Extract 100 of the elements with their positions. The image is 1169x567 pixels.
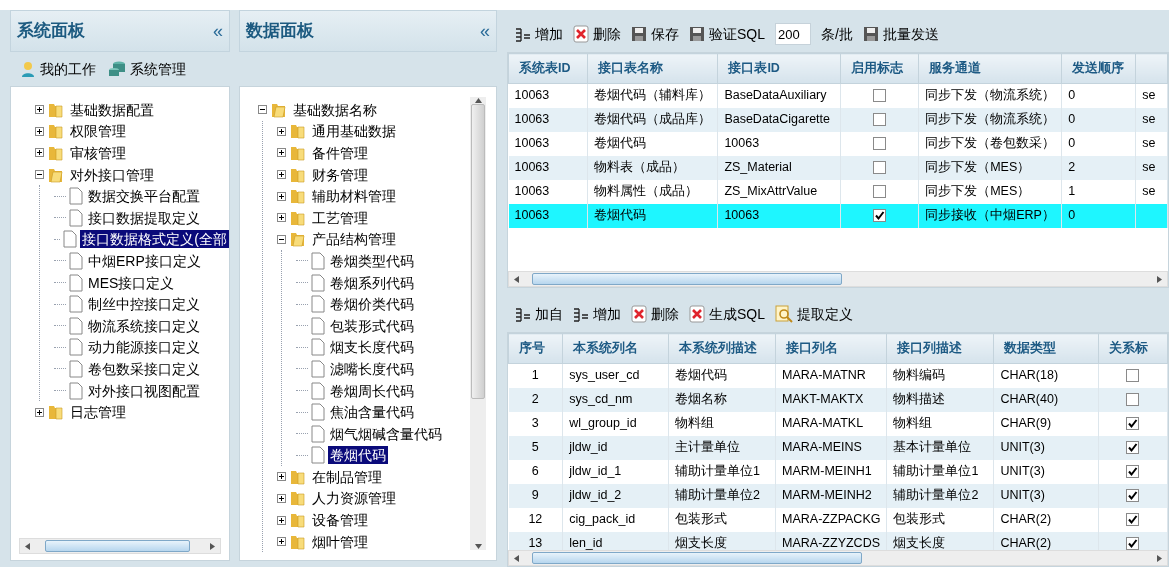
tree-item[interactable]: 动力能源接口定义 xyxy=(86,338,202,357)
table-row[interactable]: 3 wl_group_id 物料组 MARA-MATKL 物料组 CHAR(9) xyxy=(508,411,1168,436)
column-header[interactable]: 本系统列描述 xyxy=(668,333,776,364)
table-row[interactable]: 1 sys_user_cd 卷烟代码 MARA-MATNR 物料编码 CHAR(18) xyxy=(508,363,1168,388)
expand-icon[interactable] xyxy=(277,170,286,180)
tree-item[interactable]: 在制品管理 xyxy=(310,467,384,486)
tree-item[interactable]: 审核管理 xyxy=(68,144,128,162)
expand-icon[interactable] xyxy=(277,472,286,482)
tree-item[interactable]: 通用基础数据 xyxy=(310,122,398,141)
table-row[interactable]: 10063 物料表（成品） ZS_Material 同步下发（MES） 2 se xyxy=(508,155,1168,180)
tree-item[interactable]: 烟气烟碱含量代码 xyxy=(328,424,444,443)
expand-icon[interactable] xyxy=(35,148,44,158)
toolbar-button[interactable]: 加自 xyxy=(515,303,563,325)
scroll-right-icon[interactable] xyxy=(1156,554,1163,562)
collapse-icon[interactable] xyxy=(258,105,267,115)
tree-item[interactable]: MES接口定义 xyxy=(86,273,177,292)
tree-item[interactable]: 卷烟代码 xyxy=(328,446,388,465)
horizontal-scrollbar[interactable] xyxy=(19,538,221,554)
tree-item[interactable]: 财务管理 xyxy=(310,165,370,184)
tree-item[interactable]: 卷烟系列代码 xyxy=(328,273,416,292)
scroll-right-icon[interactable] xyxy=(209,542,216,550)
tree-item[interactable]: 数据交换平台配置 xyxy=(86,187,202,206)
column-header[interactable]: 启用标志 xyxy=(840,53,919,84)
tree-item[interactable]: 对外接口管理 xyxy=(68,165,156,184)
expand-icon[interactable] xyxy=(277,191,286,201)
tree-item[interactable]: 接口数据提取定义 xyxy=(86,208,202,227)
expand-icon[interactable] xyxy=(277,494,286,503)
checkbox[interactable] xyxy=(1126,537,1140,550)
tree-item[interactable]: 制丝中控接口定义 xyxy=(86,295,202,314)
expand-icon[interactable] xyxy=(35,105,44,115)
scroll-left-icon[interactable] xyxy=(24,542,31,550)
checkbox[interactable] xyxy=(1126,417,1140,430)
expand-icon[interactable] xyxy=(277,515,286,525)
batch-size-field[interactable]: 200 xyxy=(775,23,811,45)
table-row[interactable]: 10063 卷烟代码（成品库） BaseDataCigarette 同步下发（物流系统） 0 se xyxy=(508,107,1168,132)
tree-item[interactable]: 卷烟周长代码 xyxy=(328,381,416,400)
tree-item[interactable]: 日志管理 xyxy=(68,403,128,422)
tree-item[interactable]: 基础数据配置 xyxy=(68,100,156,119)
collapse-icon[interactable] xyxy=(35,170,44,180)
column-header[interactable]: 接口列描述 xyxy=(886,333,994,364)
column-header[interactable]: 接口表ID xyxy=(717,53,841,84)
checkbox[interactable] xyxy=(1126,441,1140,454)
tree-item[interactable]: 中烟ERP接口定义 xyxy=(86,251,203,270)
tree-item[interactable]: 滤嘴长度代码 xyxy=(328,359,416,378)
column-header[interactable]: 发送顺序 xyxy=(1061,53,1136,84)
table-row[interactable]: 5 jldw_id 主计量单位 MARA-MEINS 基本计量单位 UNIT(3) xyxy=(508,435,1168,460)
scroll-left-icon[interactable] xyxy=(513,554,520,562)
column-header[interactable]: 数据类型 xyxy=(993,333,1099,364)
column-header[interactable]: 接口列名 xyxy=(775,333,887,364)
toolbar-button[interactable]: 提取定义 xyxy=(775,303,853,325)
column-header[interactable]: 接口表名称 xyxy=(587,53,718,84)
checkbox[interactable] xyxy=(1126,393,1140,406)
table-row[interactable]: 6 jldw_id_1 辅助计量单位1 MARM-MEINH1 辅助计量单位1 UNIT(3) xyxy=(508,459,1168,484)
tree-item[interactable]: 焦油含量代码 xyxy=(328,403,416,422)
tree-item[interactable]: 包装形式代码 xyxy=(328,316,416,335)
checkbox[interactable] xyxy=(1126,465,1140,478)
collapse-icon[interactable] xyxy=(277,234,286,244)
checkbox[interactable] xyxy=(872,113,886,126)
checkbox[interactable] xyxy=(872,161,886,174)
vertical-scrollbar[interactable] xyxy=(470,97,486,550)
toolbar-button[interactable]: 删除 xyxy=(573,23,621,45)
scroll-down-icon[interactable] xyxy=(474,543,482,550)
tree-item[interactable]: 卷烟类型代码 xyxy=(328,251,416,270)
expand-icon[interactable] xyxy=(35,407,44,417)
expand-icon[interactable] xyxy=(35,126,44,136)
tree-item[interactable]: 辅助材料管理 xyxy=(310,187,398,206)
tree-item[interactable]: 对外接口视图配置 xyxy=(86,381,202,400)
tree-item[interactable]: 物流系统接口定义 xyxy=(86,316,202,335)
tree-item[interactable]: 卷烟价类代码 xyxy=(328,295,416,314)
table-row[interactable]: 2 sys_cd_nm 卷烟名称 MAKT-MAKTX 物料描述 CHAR(40) xyxy=(508,387,1168,412)
table-row[interactable]: 10063 卷烟代码（辅料库） BaseDataAuxiliary 同步下发（物流系统） 0 se xyxy=(508,83,1168,108)
checkbox[interactable] xyxy=(1126,369,1140,383)
toolbar-button[interactable]: 验证SQL xyxy=(689,23,765,45)
collapse-button[interactable]: « xyxy=(480,22,490,40)
tree-item[interactable]: 基础数据名称 xyxy=(291,100,379,119)
scroll-left-icon[interactable] xyxy=(513,275,520,283)
checkbox[interactable] xyxy=(872,209,886,222)
tree-item[interactable]: 工艺管理 xyxy=(310,208,370,227)
toolbar-button[interactable]: 保存 xyxy=(631,23,679,45)
table-row[interactable]: 10063 物料属性（成品） ZS_MixAttrValue 同步下发（MES） 1 se xyxy=(508,179,1168,204)
toolbar-button[interactable]: 增加 xyxy=(573,303,621,325)
table-row[interactable]: 12 cig_pack_id 包装形式 MARA-ZZPACKG 包装形式 CHAR(2) xyxy=(508,507,1168,532)
toolbar-button[interactable]: 增加 xyxy=(515,23,563,45)
tree-item[interactable]: 人力资源管理 xyxy=(310,489,398,508)
shortcut-button[interactable]: 我的工作 xyxy=(20,58,96,80)
column-header[interactable]: 关系标 xyxy=(1098,333,1168,364)
tree-item[interactable]: 烟叶管理 xyxy=(310,532,370,551)
table-row[interactable]: 9 jldw_id_2 辅助计量单位2 MARM-MEINH2 辅助计量单位2 UNIT(3) xyxy=(508,483,1168,508)
horizontal-scrollbar[interactable] xyxy=(508,550,1168,566)
expand-icon[interactable] xyxy=(277,537,286,547)
collapse-button[interactable]: « xyxy=(213,22,223,40)
column-header[interactable]: 服务通道 xyxy=(918,53,1062,84)
table-row[interactable]: 10063 卷烟代码 10063 同步下发（卷包数采） 0 se xyxy=(508,131,1168,156)
checkbox[interactable] xyxy=(872,137,886,150)
toolbar-button[interactable]: 生成SQL xyxy=(689,303,765,325)
toolbar-button[interactable]: 批量发送 xyxy=(862,23,939,45)
tree-item[interactable]: 权限管理 xyxy=(68,122,128,141)
shortcut-button[interactable]: 系统管理 xyxy=(108,58,186,80)
column-header[interactable]: 本系统列名 xyxy=(562,333,669,364)
tree-item[interactable]: 烟支长度代码 xyxy=(328,338,416,357)
